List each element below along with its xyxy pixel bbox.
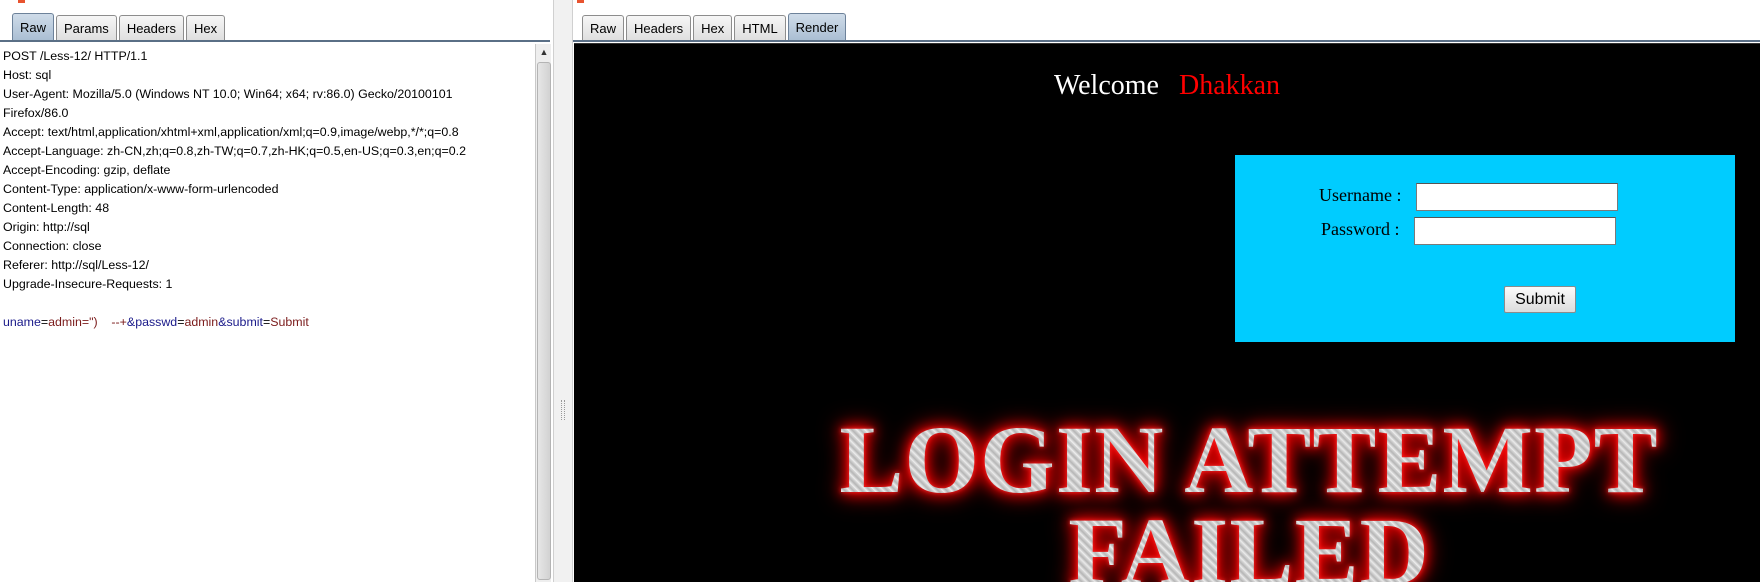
request-line: Accept: text/html,application/xhtml+xml,… [3, 125, 459, 139]
login-failed-line1: LOGIN ATTEMPT [839, 406, 1659, 513]
rendered-page: Welcome Dhakkan Username : Password : Sub… [574, 43, 1760, 582]
response-tabbar: Raw Headers Hex HTML Render [582, 13, 848, 41]
scroll-up-arrow-icon[interactable]: ▲ [536, 44, 552, 60]
request-line: Connection: close [3, 239, 102, 253]
request-line: Origin: http://sql [3, 220, 90, 234]
password-label: Password : [1321, 219, 1400, 239]
request-line: Content-Type: application/x-www-form-url… [3, 182, 279, 196]
response-tabbar-underline [573, 40, 1760, 42]
request-tabbar: Raw Params Headers Hex [12, 13, 227, 41]
editor-scrollbar[interactable]: ▲ [535, 44, 551, 582]
top-accent-mark [18, 0, 25, 3]
request-line: Host: sql [3, 68, 52, 82]
username-label: Username : [1319, 185, 1402, 205]
param-value-passwd: admin [184, 315, 219, 329]
request-line: Content-Length: 48 [3, 201, 110, 215]
request-line: Upgrade-Insecure-Requests: 1 [3, 277, 173, 291]
request-pane: Raw Params Headers Hex POST /Less-12/ HT… [0, 0, 553, 582]
request-line: Firefox/86.0 [3, 106, 69, 120]
username-input[interactable] [1416, 183, 1618, 211]
request-tab-raw[interactable]: Raw [12, 13, 55, 41]
param-value-uname: admin=") --+ [48, 315, 127, 329]
request-editor[interactable]: POST /Less-12/ HTTP/1.1 Host: sql User-A… [0, 44, 535, 582]
request-line: Accept-Language: zh-CN,zh;q=0.8,zh-TW;q=… [3, 144, 466, 158]
split-pane-divider[interactable] [553, 0, 573, 582]
scroll-thumb[interactable] [537, 62, 551, 580]
password-input[interactable] [1414, 217, 1616, 245]
request-line: User-Agent: Mozilla/5.0 (Windows NT 10.0… [3, 87, 453, 101]
login-failed-banner: LOGIN ATTEMPT FAILED [839, 406, 1659, 582]
login-form: Username : Password : Submit [1235, 155, 1735, 342]
param-separator: & [126, 315, 136, 329]
welcome-text: Welcome [1053, 70, 1159, 101]
param-name-submit: submit [226, 315, 263, 329]
submit-button[interactable]: Submit [1504, 286, 1576, 313]
welcome-heading: Welcome Dhakkan [574, 70, 1760, 102]
response-tab-headers[interactable]: Headers [626, 15, 692, 41]
welcome-username: Dhakkan [1178, 70, 1281, 101]
response-tab-render[interactable]: Render [787, 13, 847, 41]
param-value-submit: Submit [270, 315, 309, 329]
response-tab-hex[interactable]: Hex [693, 15, 733, 41]
response-tab-html[interactable]: HTML [734, 15, 786, 41]
login-failed-line2: FAILED [839, 504, 1659, 582]
param-name-uname: uname [3, 315, 41, 329]
request-body: uname=admin=") --+&passwd=admin&submit=S… [3, 313, 535, 332]
request-tab-headers[interactable]: Headers [118, 15, 184, 41]
request-tab-params[interactable]: Params [56, 15, 117, 41]
response-tab-raw[interactable]: Raw [582, 15, 625, 41]
param-name-passwd: passwd [135, 315, 178, 329]
response-pane: Raw Headers Hex HTML Render Welcome Dhakk… [573, 0, 1760, 582]
request-line: POST /Less-12/ HTTP/1.1 [3, 49, 148, 63]
divider-grip-icon[interactable] [561, 400, 565, 420]
request-tabbar-underline [0, 40, 550, 42]
request-line: Referer: http://sql/Less-12/ [3, 258, 150, 272]
top-accent-mark [577, 0, 584, 3]
request-line: Accept-Encoding: gzip, deflate [3, 163, 171, 177]
request-tab-hex[interactable]: Hex [185, 15, 226, 41]
